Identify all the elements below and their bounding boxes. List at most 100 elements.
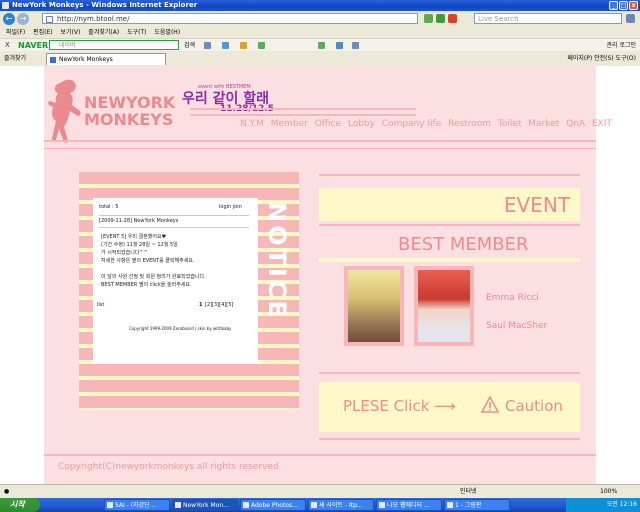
task-label: NewYork Mon... [183,502,229,509]
site-logo-text[interactable]: NEWYORK MONKEYS [84,94,175,128]
close-button[interactable]: x [629,1,638,10]
divider [319,438,580,440]
member-avatar-emma[interactable] [344,266,404,346]
url-input[interactable]: http://nym.btool.me/ [42,13,418,24]
warning-icon [481,396,499,413]
toolbar-icon[interactable] [318,42,325,49]
favorites-button[interactable]: 즐겨찾기 [4,54,26,63]
toolbar-icon[interactable] [240,42,247,49]
logo-line1: NEWYORK [84,93,176,112]
notice-post-title[interactable]: [2009-11-28] NewYork Monkeys [99,218,178,224]
address-bar: ← → http://nym.btool.me/ Live Search [0,11,640,28]
monkey-logo-icon[interactable] [48,76,88,146]
notice-line: BEST MEMBER 옆의 click을 눌러주세요. [101,282,192,288]
header-stripe [190,108,416,110]
forward-icon[interactable]: → [17,13,29,25]
refresh-icon[interactable] [436,14,445,23]
stop-icon[interactable] [448,14,457,23]
nav-member[interactable]: Member [271,119,308,129]
clock[interactable]: 오전 12:16 [607,498,637,512]
command-bar[interactable]: 페이지(P) 안전(S) 도구(O) [567,54,636,63]
main-nav: N.Y.M Member Office Lobby Company life R… [240,119,616,129]
menu-file[interactable]: 파일(F) [6,29,25,36]
notice-login-join[interactable]: login join [219,204,242,210]
favicon-icon [50,57,56,63]
naver-manage[interactable]: 관리 [606,42,617,49]
nav-lobby[interactable]: Lobby [348,119,375,129]
task-paint[interactable]: 1 - 그림판 [444,499,510,511]
task-label: SAI - (자강딘... [115,502,156,509]
notice-line: [EVENT 5] 우리 결혼했어요♥ [101,234,167,240]
nav-toilet[interactable]: Toilet [498,119,522,129]
page-content: NEWYORK MONKEYS event with BESTMEM 우리 같이… [0,66,640,484]
window-titlebar: NewYork Monkeys - Windows Internet Explo… [0,0,640,11]
naver-search-input[interactable]: 네이버 [49,40,179,50]
nav-exit[interactable]: EXIT [592,119,612,129]
start-button[interactable]: 시작 [0,498,40,512]
ie-icon [2,2,9,9]
divider [319,372,580,374]
app-icon [379,502,385,508]
menu-tools[interactable]: 도구(T) [127,29,146,36]
notice-panel: total : 5 login join [2009-11-28] NewYor… [79,172,299,410]
toolbar-icon[interactable] [336,42,343,49]
status-zone: 인터넷 [460,488,477,495]
nav-nym[interactable]: N.Y.M [240,119,264,129]
taskbar: 시작 SAI - (자강딘... NewYork Mon... Adobe Ph… [0,498,640,512]
task-label: 1 - 그림판 [455,502,482,509]
naver-login[interactable]: 로그인 [619,42,636,49]
task-namo[interactable]: 나모 웹에디터 ... [376,499,442,511]
toolbar-icon[interactable] [352,42,359,49]
nav-qna[interactable]: QnA [566,119,585,129]
naver-right: 관리 로그인 [606,40,636,51]
nav-company-life[interactable]: Company life [382,119,441,129]
window-title: NewYork Monkeys - Windows Internet Explo… [12,1,198,9]
divider [44,148,596,149]
task-site[interactable]: 새 사이트 - Itp... [308,499,374,511]
live-search-input[interactable]: Live Search [474,13,622,24]
search-icon[interactable] [626,14,635,23]
event-box[interactable]: EVENT [319,188,580,221]
task-ie[interactable]: NewYork Mon... [172,499,238,511]
naver-search-button[interactable]: 검색 [184,40,195,51]
member-name[interactable]: Saul MacSher [486,320,547,332]
toolbar-icon[interactable] [204,42,211,49]
notice-pages[interactable]: [2][3][4][5] [205,302,233,308]
task-sai[interactable]: SAI - (자강딘... [104,499,170,511]
app-icon [107,502,113,508]
nav-office[interactable]: Office [315,119,341,129]
menu-edit[interactable]: 편집(E) [33,29,53,36]
nav-market[interactable]: Market [528,119,559,129]
minimize-button[interactable]: _ [609,1,618,10]
site-frame: NEWYORK MONKEYS event with BESTMEM 우리 같이… [44,66,612,484]
notice-list-link[interactable]: list [97,302,104,308]
back-icon[interactable]: ← [3,13,15,25]
menu-favorites[interactable]: 즐겨찾기(A) [88,29,119,36]
notice-line: 자세한 사항은 옆의 EVENT를 클릭해주세요. [101,258,195,264]
notice-board: total : 5 login join [2009-11-28] NewYor… [93,198,258,364]
task-label: 나모 웹에디터 ... [387,502,430,509]
task-photoshop[interactable]: Adobe Photos... [240,499,306,511]
app-icon [243,502,249,508]
tab-newyork-monkeys[interactable]: NewYork Monkeys [46,53,166,65]
event-subtitle: event with BESTMEM [198,84,251,90]
please-click-box[interactable]: PLESE Click ⟶ Caution [319,382,580,432]
divider [319,258,580,262]
naver-close-icon[interactable]: X [5,40,10,51]
go-icon[interactable] [424,14,433,23]
toolbar-icon[interactable] [258,42,265,49]
naver-logo[interactable]: NAVER [18,40,48,51]
menu-view[interactable]: 보기(V) [61,29,81,36]
url-text: http://nym.btool.me/ [57,15,130,23]
nav-restroom[interactable]: Restroom [448,119,491,129]
maximize-button[interactable]: □ [619,1,628,10]
menu-help[interactable]: 도움말(H) [154,29,180,36]
tab-label: NewYork Monkeys [59,56,113,63]
member-avatar-saul[interactable] [414,266,474,346]
status-zoom[interactable]: 100% [600,485,617,498]
toolbar-icon[interactable] [222,42,229,49]
notice-line: 가 시작되었습니다^^ [101,250,148,256]
menu-bar: 파일(F) 편집(E) 보기(V) 즐겨찾기(A) 도구(T) 도움말(H) [0,27,640,38]
member-name[interactable]: Emma Ricci [486,292,539,304]
logo-line2: MONKEYS [84,110,174,129]
